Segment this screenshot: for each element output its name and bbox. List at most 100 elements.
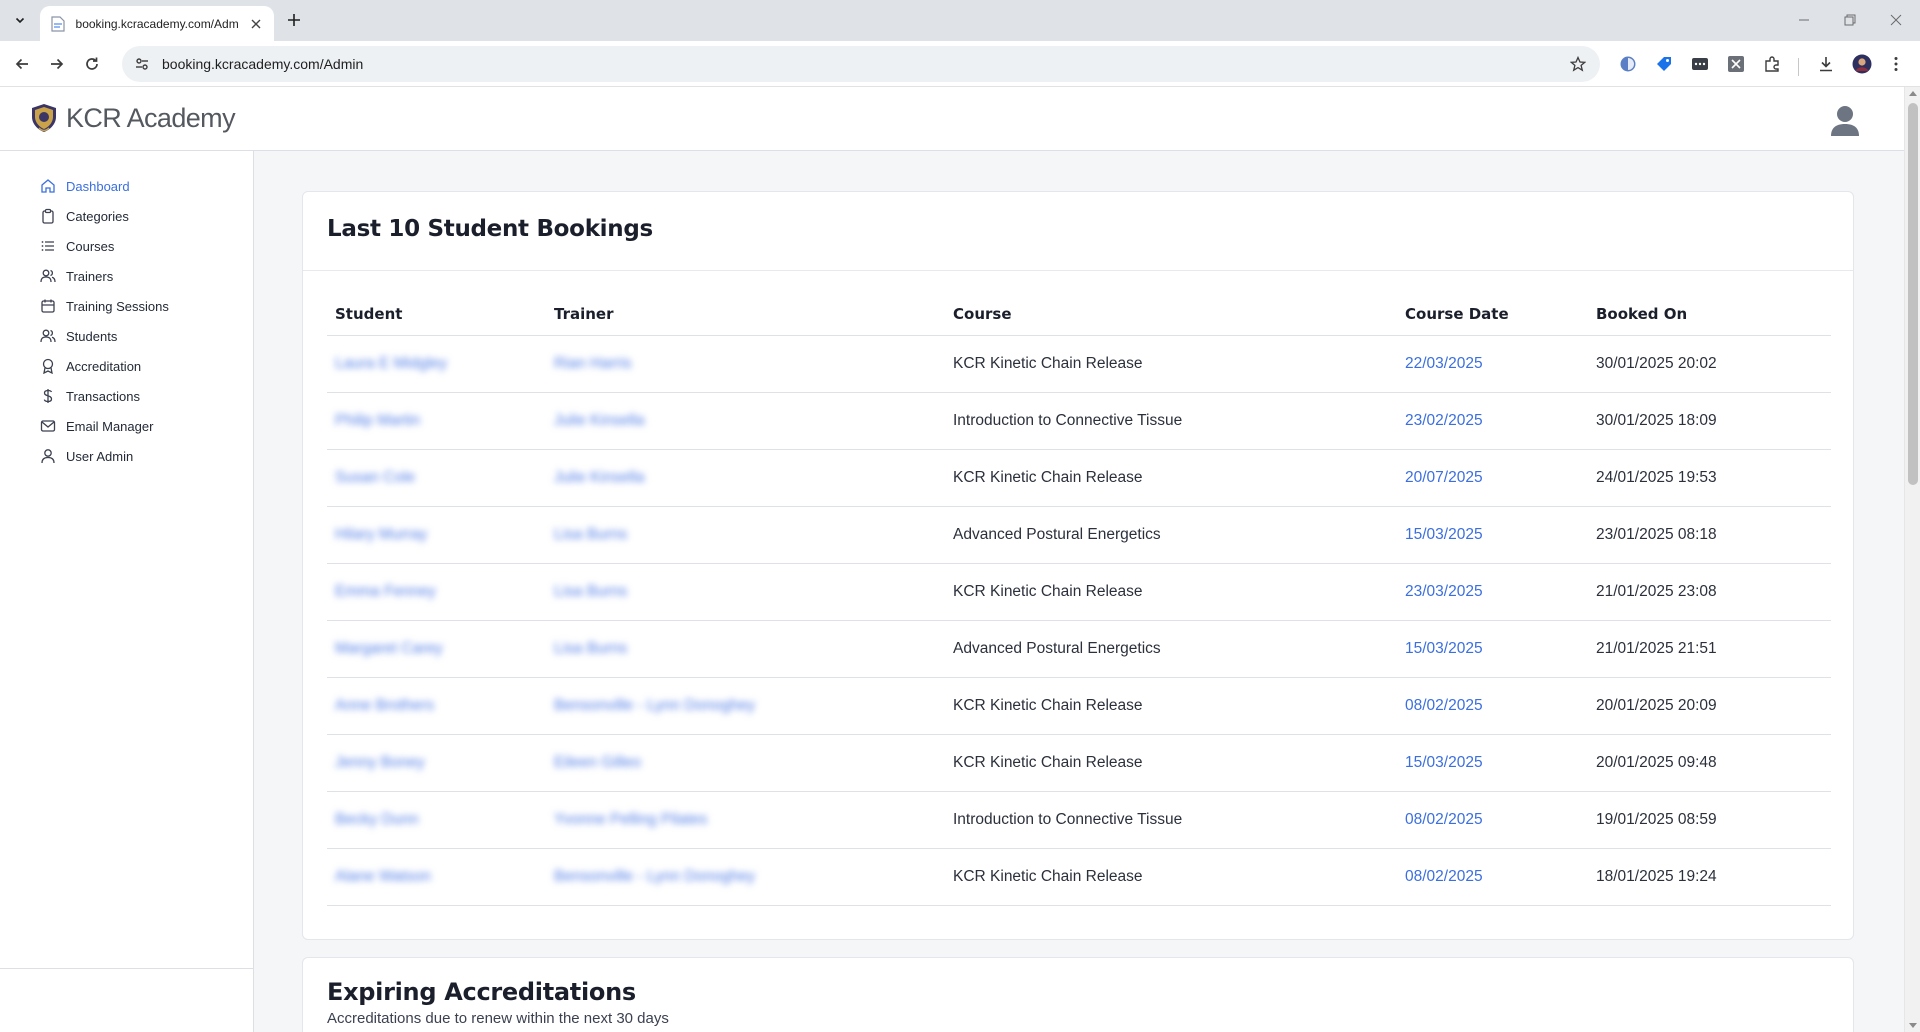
student-link[interactable]: Jenny Boney <box>327 734 546 792</box>
course-date[interactable]: 22/03/2025 <box>1405 355 1483 372</box>
student-link[interactable]: Hilary Murray <box>327 506 546 564</box>
trainer-name[interactable]: Lisa Burns <box>554 640 627 657</box>
trainer-name[interactable]: Eileen Gilleo <box>554 754 641 771</box>
sidebar-item-accreditation[interactable]: Accreditation <box>0 351 253 381</box>
back-button[interactable] <box>6 48 38 80</box>
tab-search-button[interactable] <box>8 8 32 32</box>
course-date[interactable]: 20/07/2025 <box>1405 469 1483 486</box>
student-name[interactable]: Emma Fenney <box>335 583 436 600</box>
bookmark-star-icon[interactable] <box>1566 52 1590 76</box>
trainer-link[interactable]: Lisa Burns <box>546 563 945 621</box>
browser-menu-icon[interactable] <box>1884 52 1908 76</box>
extensions-puzzle-icon[interactable] <box>1760 52 1784 76</box>
scroll-up-arrow-icon[interactable] <box>1909 91 1917 96</box>
course-date[interactable]: 15/03/2025 <box>1405 754 1483 771</box>
trainer-link[interactable]: Bensonville - Lynn Donoghey <box>546 677 945 735</box>
minimize-window-icon[interactable] <box>1789 6 1819 34</box>
extension-password-icon[interactable] <box>1688 52 1712 76</box>
student-name[interactable]: Becky Dunn <box>335 811 419 828</box>
scroll-down-arrow-icon[interactable] <box>1909 1023 1917 1028</box>
trainer-link[interactable]: Rian Harris <box>546 335 945 393</box>
course-date-link[interactable]: 15/03/2025 <box>1397 506 1588 564</box>
trainer-link[interactable]: Lisa Burns <box>546 620 945 678</box>
sidebar-item-label: Transactions <box>66 388 140 404</box>
course-date[interactable]: 15/03/2025 <box>1405 526 1483 543</box>
student-link[interactable]: Becky Dunn <box>327 791 546 849</box>
course-date-link[interactable]: 15/03/2025 <box>1397 620 1588 678</box>
forward-button[interactable] <box>41 48 73 80</box>
course-date[interactable]: 08/02/2025 <box>1405 868 1483 885</box>
course-date-link[interactable]: 23/03/2025 <box>1397 563 1588 621</box>
trainer-name[interactable]: Lisa Burns <box>554 583 627 600</box>
trainer-link[interactable]: Lisa Burns <box>546 506 945 564</box>
course-date-link[interactable]: 08/02/2025 <box>1397 677 1588 735</box>
trainer-name[interactable]: Julie Kinsella <box>554 412 644 429</box>
trainer-name[interactable]: Rian Harris <box>554 355 632 372</box>
sidebar-item-user-admin[interactable]: User Admin <box>0 441 253 471</box>
url-text[interactable]: booking.kcracademy.com/Admin <box>162 56 363 72</box>
sidebar-item-dashboard[interactable]: Dashboard <box>0 171 253 201</box>
sidebar-item-courses[interactable]: Courses <box>0 231 253 261</box>
sidebar-item-trainers[interactable]: Trainers <box>0 261 253 291</box>
trainer-name[interactable]: Yvonne Pelling Pilates <box>554 811 707 828</box>
student-name[interactable]: Jenny Boney <box>335 754 425 771</box>
student-link[interactable]: Philip Martin <box>327 392 546 450</box>
sidebar-item-training-sessions[interactable]: Training Sessions <box>0 291 253 321</box>
sidebar-item-categories[interactable]: Categories <box>0 201 253 231</box>
course-date-link[interactable]: 08/02/2025 <box>1397 791 1588 849</box>
course-date[interactable]: 08/02/2025 <box>1405 811 1483 828</box>
trainer-link[interactable]: Julie Kinsella <box>546 449 945 507</box>
student-name[interactable]: Margaret Carey <box>335 640 443 657</box>
scrollbar-thumb[interactable] <box>1908 103 1918 485</box>
sidebar-item-students[interactable]: Students <box>0 321 253 351</box>
trainer-link[interactable]: Julie Kinsella <box>546 392 945 450</box>
student-link[interactable]: Susan Cole <box>327 449 546 507</box>
user-account-icon[interactable] <box>1830 105 1860 137</box>
student-name[interactable]: Hilary Murray <box>335 526 427 543</box>
profile-avatar-icon[interactable] <box>1850 52 1874 76</box>
address-bar[interactable]: booking.kcracademy.com/Admin <box>122 46 1600 82</box>
extension-privacy-icon[interactable] <box>1616 52 1640 76</box>
trainer-link[interactable]: Yvonne Pelling Pilates <box>546 791 945 849</box>
course-date-link[interactable]: 22/03/2025 <box>1397 335 1588 393</box>
reload-button[interactable] <box>76 48 108 80</box>
trainer-name[interactable]: Bensonville - Lynn Donoghey <box>554 697 755 714</box>
downloads-icon[interactable] <box>1814 52 1838 76</box>
trainer-name[interactable]: Julie Kinsella <box>554 469 644 486</box>
extension-tag-icon[interactable] <box>1652 52 1676 76</box>
new-tab-button[interactable] <box>282 8 306 32</box>
student-name[interactable]: Philip Martin <box>335 412 420 429</box>
trainer-name[interactable]: Bensonville - Lynn Donoghey <box>554 868 755 885</box>
kcr-logo-icon[interactable] <box>30 103 58 133</box>
student-name[interactable]: Susan Cole <box>335 469 415 486</box>
course-date[interactable]: 15/03/2025 <box>1405 640 1483 657</box>
student-link[interactable]: Emma Fenney <box>327 563 546 621</box>
extension-grid-icon[interactable] <box>1724 52 1748 76</box>
sidebar-item-email-manager[interactable]: Email Manager <box>0 411 253 441</box>
course-date-link[interactable]: 15/03/2025 <box>1397 734 1588 792</box>
student-name[interactable]: Anne Brothers <box>335 697 434 714</box>
student-link[interactable]: Margaret Carey <box>327 620 546 678</box>
brand-name[interactable]: KCR Academy <box>66 103 236 134</box>
restore-window-icon[interactable] <box>1835 6 1865 34</box>
course-date[interactable]: 08/02/2025 <box>1405 697 1483 714</box>
course-date-link[interactable]: 08/02/2025 <box>1397 848 1588 906</box>
trainer-link[interactable]: Bensonville - Lynn Donoghey <box>546 848 945 906</box>
course-date[interactable]: 23/03/2025 <box>1405 583 1483 600</box>
site-info-icon[interactable] <box>128 50 156 78</box>
student-name[interactable]: Alane Watson <box>335 868 431 885</box>
student-link[interactable]: Anne Brothers <box>327 677 546 735</box>
course-date-link[interactable]: 20/07/2025 <box>1397 449 1588 507</box>
student-name[interactable]: Laura E Midgley <box>335 355 447 372</box>
sidebar-item-transactions[interactable]: Transactions <box>0 381 253 411</box>
close-window-icon[interactable] <box>1881 6 1911 34</box>
student-link[interactable]: Laura E Midgley <box>327 335 546 393</box>
course-date[interactable]: 23/02/2025 <box>1405 412 1483 429</box>
course-date-link[interactable]: 23/02/2025 <box>1397 392 1588 450</box>
student-link[interactable]: Alane Watson <box>327 848 546 906</box>
page-scrollbar[interactable] <box>1904 87 1920 1032</box>
close-tab-icon[interactable] <box>248 16 264 32</box>
trainer-link[interactable]: Eileen Gilleo <box>546 734 945 792</box>
browser-tab-active[interactable]: booking.kcracademy.com/Admin <box>40 6 274 41</box>
trainer-name[interactable]: Lisa Burns <box>554 526 627 543</box>
